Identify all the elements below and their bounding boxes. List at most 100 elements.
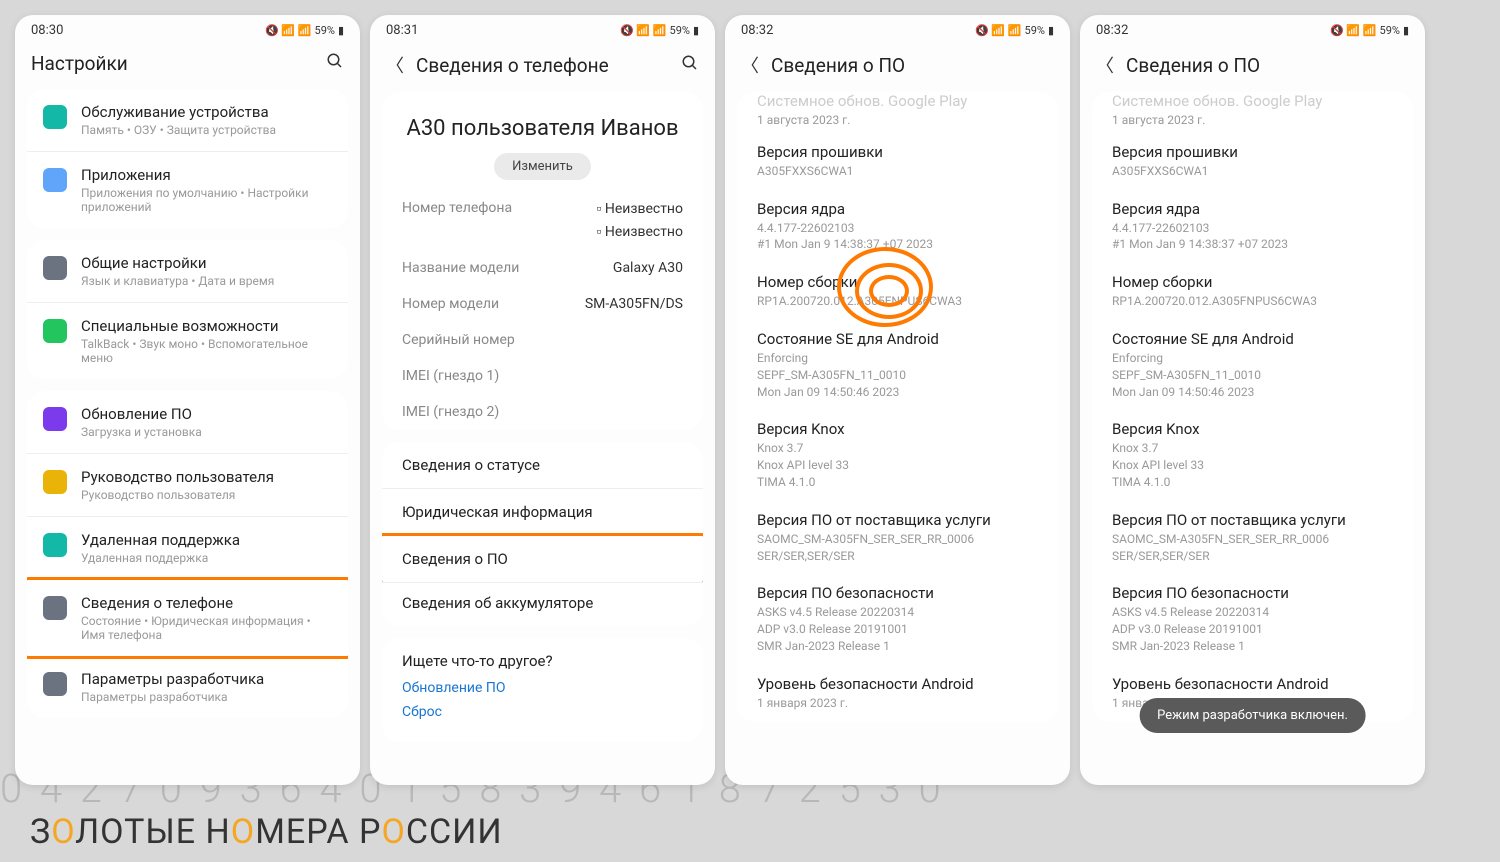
status-bar: 08:30 🔇 📶 📶 59%▮ xyxy=(15,15,360,42)
page-title: Настройки xyxy=(31,52,314,75)
settings-title: Специальные возможности xyxy=(81,317,332,335)
settings-title: Сведения о телефоне xyxy=(81,594,332,612)
settings-sub: Память • ОЗУ • Защита устройства xyxy=(81,123,332,137)
sys-update-block[interactable]: Системное обнов. Google Play 1 августа 2… xyxy=(1092,92,1413,133)
spec-label: IMEI (гнездо 1) xyxy=(402,368,499,384)
page-title: Сведения о телефоне xyxy=(416,54,669,77)
info-title: Версия ПО от поставщика услуги xyxy=(1112,511,1393,529)
search-link[interactable]: Обновление ПО xyxy=(402,680,683,696)
settings-item[interactable]: Обслуживание устройства Память • ОЗУ • З… xyxy=(27,89,348,152)
settings-icon xyxy=(43,105,67,129)
settings-icon xyxy=(43,470,67,494)
info-sub: RP1A.200720.012.A305FNPUS6CWA3 xyxy=(1112,293,1393,310)
info-block[interactable]: Состояние SE для Android EnforcingSEPF_S… xyxy=(1092,320,1413,410)
settings-title: Приложения xyxy=(81,166,332,184)
info-title: Уровень безопасности Android xyxy=(757,675,1038,693)
spec-label: Название модели xyxy=(402,260,519,276)
info-block[interactable]: Версия ПО от поставщика услуги SAOMC_SM-… xyxy=(1092,501,1413,575)
info-block[interactable]: Номер сборки RP1A.200720.012.A305FNPUS6C… xyxy=(1092,263,1413,320)
spec-row: Название моделиGalaxy A30 xyxy=(382,250,703,286)
status-bar: 08:31 🔇 📶 📶 59%▮ xyxy=(370,15,715,42)
info-title: Версия Knox xyxy=(1112,420,1393,438)
spec-row: Серийный номер xyxy=(382,322,703,358)
info-block[interactable]: Версия Knox Knox 3.7Knox API level 33TIM… xyxy=(737,410,1058,500)
sys-update-block[interactable]: Системное обнов. Google Play 1 августа 2… xyxy=(737,92,1058,133)
spec-row: IMEI (гнездо 2) xyxy=(382,394,703,430)
phone-screen-software-1: 08:32 🔇 📶 📶 59%▮ 〈 Сведения о ПО Системн… xyxy=(725,15,1070,785)
link-item[interactable]: Сведения о статусе xyxy=(382,442,703,489)
info-block[interactable]: Версия ПО от поставщика услуги SAOMC_SM-… xyxy=(737,501,1058,575)
settings-sub: Приложения по умолчанию • Настройки прил… xyxy=(81,186,332,214)
info-sub: SAOMC_SM-A305FN_SER_SER_RR_0006SER/SER,S… xyxy=(757,531,1038,565)
settings-item[interactable]: Приложения Приложения по умолчанию • Нас… xyxy=(27,152,348,228)
settings-icon xyxy=(43,256,67,280)
phone-screen-settings: 08:30 🔇 📶 📶 59%▮ Настройки Обслуживание … xyxy=(15,15,360,785)
info-sub: Knox 3.7Knox API level 33TIMA 4.1.0 xyxy=(1112,440,1393,490)
info-block[interactable]: Версия ПО безопасности ASKS v4.5 Release… xyxy=(737,574,1058,664)
spec-row: Номер моделиSM-A305FN/DS xyxy=(382,286,703,322)
info-title: Версия ядра xyxy=(1112,200,1393,218)
settings-icon xyxy=(43,596,67,620)
back-icon[interactable]: 〈 xyxy=(741,52,759,78)
settings-item[interactable]: Общие настройки Язык и клавиатура • Дата… xyxy=(27,240,348,303)
settings-item[interactable]: Удаленная поддержка Удаленная поддержка xyxy=(27,517,348,580)
settings-item[interactable]: Специальные возможности TalkBack • Звук … xyxy=(27,303,348,379)
settings-icon xyxy=(43,533,67,557)
settings-title: Обслуживание устройства xyxy=(81,103,332,121)
info-sub: EnforcingSEPF_SM-A305FN_11_0010Mon Jan 0… xyxy=(1112,350,1393,400)
info-block[interactable]: Версия ядра 4.4.177-22602103#1 Mon Jan 9… xyxy=(737,190,1058,264)
info-block[interactable]: Состояние SE для Android EnforcingSEPF_S… xyxy=(737,320,1058,410)
device-name-block: A30 пользователя Иванов Изменить xyxy=(382,92,703,190)
spec-label: Номер модели xyxy=(402,296,499,312)
info-block[interactable]: Версия Knox Knox 3.7Knox API level 33TIM… xyxy=(1092,410,1413,500)
settings-icon xyxy=(43,168,67,192)
info-title: Версия прошивки xyxy=(1112,143,1393,161)
status-bar: 08:32 🔇 📶 📶 59%▮ xyxy=(1080,15,1425,42)
info-block[interactable]: Версия ПО безопасности ASKS v4.5 Release… xyxy=(1092,574,1413,664)
info-block[interactable]: Версия ядра 4.4.177-22602103#1 Mon Jan 9… xyxy=(1092,190,1413,264)
search-icon[interactable] xyxy=(681,54,699,77)
link-item[interactable]: Юридическая информация xyxy=(382,489,703,536)
search-link[interactable]: Сброс xyxy=(402,704,683,720)
info-block[interactable]: Версия прошивки A305FXXS6CWA1 xyxy=(737,133,1058,190)
settings-sub: Состояние • Юридическая информация • Имя… xyxy=(81,614,332,642)
settings-title: Обновление ПО xyxy=(81,405,332,423)
info-sub: SAOMC_SM-A305FN_SER_SER_RR_0006SER/SER,S… xyxy=(1112,531,1393,565)
settings-item[interactable]: Параметры разработчика Параметры разрабо… xyxy=(27,656,348,718)
spec-row: IMEI (гнездо 1) xyxy=(382,358,703,394)
info-sub: 4.4.177-22602103#1 Mon Jan 9 14:38:37 +0… xyxy=(757,220,1038,254)
settings-icon xyxy=(43,319,67,343)
info-block[interactable]: Уровень безопасности Android 1 января 20… xyxy=(737,665,1058,722)
info-sub: ASKS v4.5 Release 20220314ADP v3.0 Relea… xyxy=(757,604,1038,654)
page-title: Сведения о ПО xyxy=(771,54,1054,77)
status-icons: 🔇 📶 📶 59%▮ xyxy=(265,24,344,37)
settings-title: Удаленная поддержка xyxy=(81,531,332,549)
toast-dev-mode: Режим разработчика включен. xyxy=(1139,698,1366,733)
settings-item[interactable]: Руководство пользователя Руководство пол… xyxy=(27,454,348,517)
info-title: Версия прошивки xyxy=(757,143,1038,161)
settings-item[interactable]: Сведения о телефоне Состояние • Юридичес… xyxy=(27,577,348,659)
info-sub: A305FXXS6CWA1 xyxy=(1112,163,1393,180)
info-sub: A305FXXS6CWA1 xyxy=(757,163,1038,180)
spec-label: Серийный номер xyxy=(402,332,515,348)
link-item[interactable]: Сведения о ПО xyxy=(382,533,703,583)
status-time: 08:32 xyxy=(1096,23,1128,38)
settings-item[interactable]: Обновление ПО Загрузка и установка xyxy=(27,391,348,454)
watermark: ЗОЛОТЫЕ НОМЕРА РОССИИ xyxy=(30,812,503,852)
edit-button[interactable]: Изменить xyxy=(494,153,591,180)
search-icon[interactable] xyxy=(326,52,344,75)
back-icon[interactable]: 〈 xyxy=(386,52,404,78)
status-icons: 🔇 📶 📶 59%▮ xyxy=(1330,24,1409,37)
info-block[interactable]: Номер сборки RP1A.200720.012.A305FNPUS6C… xyxy=(737,263,1058,320)
info-title: Версия ПО от поставщика услуги xyxy=(757,511,1038,529)
spec-label: Номер телефона xyxy=(402,200,512,240)
settings-icon xyxy=(43,407,67,431)
info-title: Системное обнов. Google Play xyxy=(757,92,1038,110)
status-time: 08:32 xyxy=(741,23,773,38)
settings-sub: Параметры разработчика xyxy=(81,690,332,704)
info-sub: 4.4.177-22602103#1 Mon Jan 9 14:38:37 +0… xyxy=(1112,220,1393,254)
back-icon[interactable]: 〈 xyxy=(1096,52,1114,78)
link-item[interactable]: Сведения об аккумуляторе xyxy=(382,580,703,626)
info-block[interactable]: Версия прошивки A305FXXS6CWA1 xyxy=(1092,133,1413,190)
search-other-title: Ищете что-то другое? xyxy=(402,652,683,670)
